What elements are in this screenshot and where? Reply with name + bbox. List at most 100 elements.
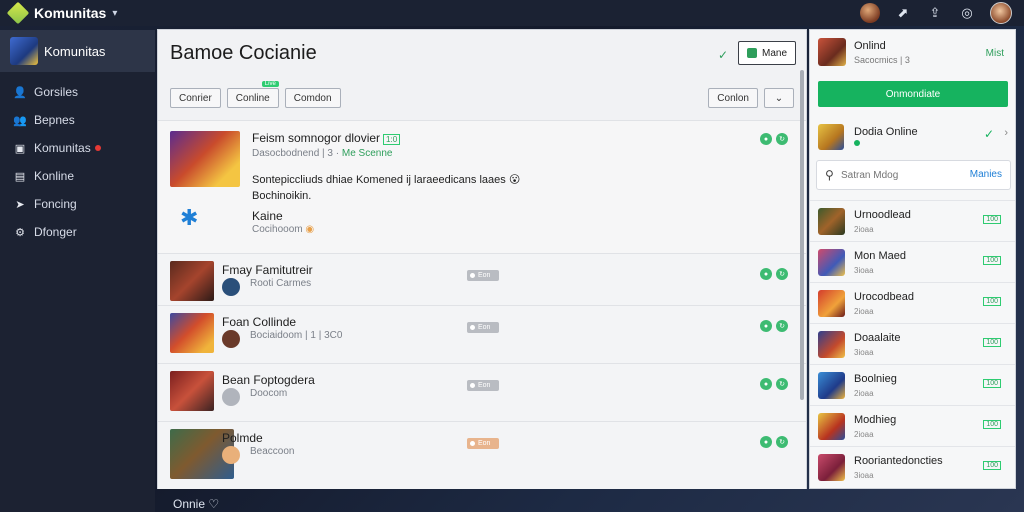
friend-level-badge: 100 bbox=[983, 256, 1001, 265]
status-card[interactable]: Dodia Online ✓ › bbox=[818, 122, 1010, 152]
post-meta: Beaccoon bbox=[250, 446, 295, 457]
refresh-icon[interactable]: ↻ bbox=[776, 133, 788, 145]
sidebar-item-2[interactable]: ▣ Komunitas bbox=[0, 134, 155, 162]
friend-name: Rooriantedoncties bbox=[854, 455, 943, 467]
play-icon[interactable]: ● bbox=[760, 320, 772, 332]
search-button[interactable]: Manies bbox=[970, 169, 1002, 180]
post-title: Fmay Famitutreir bbox=[222, 263, 313, 277]
friend-avatar bbox=[818, 208, 845, 235]
tag-icon: ➤ bbox=[15, 198, 25, 211]
dot-icon bbox=[470, 383, 475, 388]
friend-avatar[interactable] bbox=[860, 3, 880, 23]
share-icon[interactable]: ⬈ bbox=[894, 4, 912, 22]
post-meta: Doocom bbox=[250, 388, 288, 399]
user-avatar[interactable] bbox=[990, 2, 1012, 24]
friend-item[interactable]: Urocodbead 2ioaa 100 bbox=[810, 282, 1015, 323]
post-title: Polmde bbox=[222, 431, 263, 445]
friend-status: 3ioaa bbox=[854, 348, 874, 357]
post-title: Foan Collinde bbox=[222, 315, 297, 329]
refresh-icon[interactable]: ↻ bbox=[776, 320, 788, 332]
friend-avatar bbox=[818, 331, 845, 358]
post-row[interactable]: Polmde Beaccoon Eon ● ↻ bbox=[158, 421, 806, 489]
sort-dropdown[interactable]: ⌄ bbox=[764, 88, 794, 108]
page-title: Bamoe Cocianie bbox=[170, 42, 317, 64]
friend-avatar bbox=[818, 454, 845, 481]
small-rows: Fmay Famitutreir Rooti Carmes Eon ● ↻ Foan Co… bbox=[158, 253, 806, 489]
sidebar-item-0[interactable]: 👤 Gorsiles bbox=[0, 78, 155, 106]
author-avatar bbox=[222, 388, 240, 406]
profile-card: Onlind Sacocmics | 3 Mist bbox=[818, 38, 1010, 70]
sidebar-header-label: Komunitas bbox=[44, 43, 106, 59]
sidebar-item-label: Gorsiles bbox=[34, 85, 79, 99]
status-pill-label: Eon bbox=[478, 324, 491, 331]
post-user-meta: Cocihooom ◉ bbox=[252, 224, 314, 235]
friend-name: Modhieg bbox=[854, 414, 897, 426]
badge-icon bbox=[747, 48, 757, 58]
sidebar-item-label: Dfonger bbox=[34, 225, 77, 239]
friend-avatar bbox=[818, 372, 845, 399]
row-actions: ● ↻ bbox=[760, 436, 788, 448]
export-icon[interactable]: ⇪ bbox=[926, 4, 944, 22]
profile-action-link[interactable]: Mist bbox=[986, 48, 1004, 59]
filter-button-2[interactable]: Comdon bbox=[284, 88, 341, 108]
sidebar-item-5[interactable]: ⚙ Dfonger bbox=[0, 218, 155, 246]
refresh-icon[interactable]: ↻ bbox=[776, 378, 788, 390]
scrollbar[interactable] bbox=[800, 70, 804, 400]
play-icon[interactable]: ● bbox=[760, 133, 772, 145]
post-user-sub: Cocihooom bbox=[252, 224, 303, 235]
help-icon[interactable]: ◎ bbox=[958, 4, 976, 22]
sidebar-item-4[interactable]: ➤ Foncing bbox=[0, 190, 155, 218]
post-row[interactable]: Fmay Famitutreir Rooti Carmes Eon ● ↻ bbox=[158, 253, 806, 305]
friend-status: 3ioaa bbox=[854, 471, 874, 480]
friend-item[interactable]: Modhieg 2ioaa 100 bbox=[810, 405, 1015, 446]
post-row[interactable]: Foan Collinde Bociaidoom | 1 | 3C0 Eon ● ↻ bbox=[158, 305, 806, 363]
footer-status-label: Onnie bbox=[173, 497, 206, 511]
sidebar-item-3[interactable]: ▤ Konline bbox=[0, 162, 155, 190]
refresh-icon[interactable]: ↻ bbox=[776, 436, 788, 448]
play-icon[interactable]: ● bbox=[760, 268, 772, 280]
footer-status[interactable]: Onnie ♡ bbox=[173, 497, 219, 511]
filter-label: Conrier bbox=[179, 92, 212, 104]
top-bar: Komunitas ▾ ⬈ ⇪ ◎ bbox=[0, 0, 1024, 26]
status-pill: Eon bbox=[467, 438, 499, 449]
friend-item[interactable]: Doaalaite 3ioaa 100 bbox=[810, 323, 1015, 364]
friend-status: 2ioaa bbox=[854, 225, 874, 234]
sidebar-header[interactable]: Komunitas bbox=[0, 30, 155, 72]
sidebar-item-label: Bepnes bbox=[34, 113, 75, 127]
sidebar-item-1[interactable]: 👥 Bepnes bbox=[0, 106, 155, 134]
filter-button-0[interactable]: Conrier bbox=[170, 88, 221, 108]
play-icon[interactable]: ● bbox=[760, 378, 772, 390]
app-switcher[interactable]: Komunitas ▾ bbox=[6, 1, 117, 25]
friend-list: Urnoodlead 2ioaa 100 Mon Maed 3ioaa 100 Urocod… bbox=[810, 200, 1015, 487]
game-thumbnail bbox=[170, 131, 240, 187]
search-input[interactable] bbox=[841, 167, 961, 183]
sort-button[interactable]: Conlon bbox=[708, 88, 758, 108]
friend-item[interactable]: Mon Maed 3ioaa 100 bbox=[810, 241, 1015, 282]
primary-button[interactable]: Onmondiate bbox=[818, 81, 1008, 107]
play-icon[interactable]: ● bbox=[760, 436, 772, 448]
friend-status: 2ioaa bbox=[854, 430, 874, 439]
sort-controls: Conlon ⌄ bbox=[708, 88, 794, 108]
filter-button-1[interactable]: Conline Live bbox=[226, 81, 279, 108]
friend-status: 2ioaa bbox=[854, 389, 874, 398]
header-action-label: Mane bbox=[762, 47, 788, 59]
friend-avatar bbox=[818, 249, 845, 276]
status-pill: Eon bbox=[467, 322, 499, 333]
refresh-icon[interactable]: ↻ bbox=[776, 268, 788, 280]
profile-avatar[interactable] bbox=[818, 38, 846, 66]
friend-item[interactable]: Urnoodlead 2ioaa 100 bbox=[810, 200, 1015, 241]
status-pill-label: Eon bbox=[478, 272, 491, 279]
friend-item[interactable]: Rooriantedoncties 3ioaa 100 bbox=[810, 446, 1015, 487]
post-meta: Rooti Carmes bbox=[250, 278, 312, 289]
live-badge: Live bbox=[261, 81, 279, 87]
post-meta-text: Dasocbodnend | 3 · bbox=[252, 148, 340, 159]
sidebar-item-label: Konline bbox=[34, 169, 75, 183]
author-avatar bbox=[222, 330, 240, 348]
friend-level-badge: 100 bbox=[983, 461, 1001, 470]
header-action-button[interactable]: Mane bbox=[738, 41, 797, 65]
friend-item[interactable]: Boolnieg 2ioaa 100 bbox=[810, 364, 1015, 405]
post-body-line2: Bochinoikin. bbox=[252, 190, 312, 202]
post-row[interactable]: Feism somnogor dlovier 1:0 Dasocbodnend |… bbox=[158, 120, 806, 253]
friend-level-badge: 100 bbox=[983, 297, 1001, 306]
post-row[interactable]: Bean Foptogdera Doocom Eon ● ↻ bbox=[158, 363, 806, 421]
